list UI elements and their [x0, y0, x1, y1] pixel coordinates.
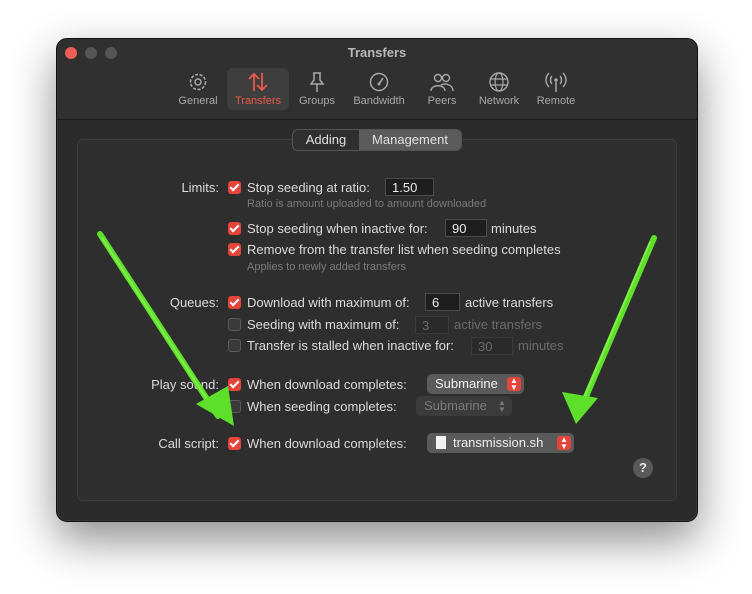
left-green-arrow-icon	[97, 231, 234, 426]
right-green-arrow-icon	[562, 235, 657, 424]
annotation-arrows	[97, 231, 657, 426]
